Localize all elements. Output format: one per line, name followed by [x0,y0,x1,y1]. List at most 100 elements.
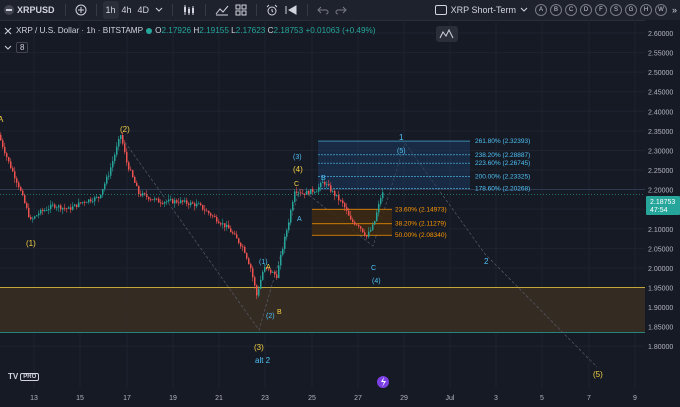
wave-label-a-cyan: A [297,216,302,223]
candle-body [334,190,336,196]
candle-body [220,223,222,225]
candle-body [260,279,262,289]
candle-body [318,187,320,192]
candle-body [290,210,292,223]
candle-body [218,221,220,224]
time-axis-label: 3 [494,395,498,402]
candle-body [254,277,256,286]
fib-retracement-box [312,209,392,236]
time-axis-label: 29 [400,395,408,402]
wave-label-1: (1) [26,239,36,248]
time-axis-label: 25 [308,395,316,402]
price-axis-label: 2.60000 [648,31,673,38]
price-axis-label: 2.00000 [648,266,673,273]
wave-label-sub4: (4) [372,278,381,285]
candle-body [14,171,16,179]
candle-body [44,210,46,212]
candle-body [256,285,258,296]
candle-body [162,203,164,204]
price-axis-label: 1.85000 [648,325,673,332]
candle-body [60,205,62,210]
candle-body [148,197,150,200]
fib-extension-label: 238.20% (2.28887) [475,152,530,159]
candle-body [308,190,310,195]
tradingview-logo[interactable]: TV PRO [8,372,40,381]
candle-body [24,195,26,204]
price-axis-label: 2.35000 [648,129,673,136]
candle-body [372,224,374,230]
candle-body [244,246,246,254]
high-value: 2.19155 [199,26,229,35]
price-axis-label: 2.50000 [648,70,673,77]
candle-body [156,198,158,200]
price-axis-label: 2.20000 [648,188,673,195]
candle-body [16,178,18,183]
candle-body [170,199,172,201]
candle-body [154,198,156,200]
candle-body [4,146,6,154]
low-value: 2.17623 [235,26,266,35]
wave-label-big-1: 1 [399,133,404,142]
candle-body [252,268,254,278]
candle-body [20,187,22,191]
candle-body [62,207,64,210]
candle-body [40,209,42,214]
candle-body [38,213,40,216]
candle-body [302,193,304,195]
collapse-icon[interactable] [4,27,12,35]
candle-body [158,198,160,203]
candle-body [46,210,48,211]
time-axis-panel[interactable] [0,388,680,407]
candle-body [166,201,168,203]
candle-body [206,210,208,212]
candle-body [10,161,12,169]
close-value: 2.18753 [273,26,304,35]
candle-body [276,274,278,279]
candle-body [322,182,324,184]
candle-body [54,204,56,208]
candle-body [18,182,20,188]
wave-label-sub5: (5) [397,148,406,155]
candle-body [118,139,120,147]
indicators-toggle[interactable]: 8 [4,42,29,53]
candle-body [110,167,112,176]
time-axis-label: 21 [215,395,223,402]
lightning-icon[interactable] [377,376,389,388]
candle-body [240,242,242,247]
time-axis-label: 19 [169,395,177,402]
wave-tool-button[interactable] [436,26,458,42]
candle-body [6,153,8,158]
candle-body [358,225,360,227]
candle-body [376,212,378,222]
price-chart[interactable]: 261.80% (2.32393)238.20% (2.28887)223.60… [0,0,680,407]
candle-body [142,193,144,196]
candle-body [56,207,58,209]
change-value: +0.01063 (+0.49%) [305,26,376,35]
candle-body [352,219,354,223]
candle-body [336,194,338,196]
candle-body [342,200,344,204]
candle-body [68,207,70,209]
time-axis-label: Jul [446,395,455,402]
support-zone [0,287,645,333]
candle-body [200,203,202,206]
fib-extension-label: 261.80% (2.32393) [475,138,530,145]
candle-body [236,234,238,239]
candle-body [368,231,370,237]
candle-body [134,177,136,183]
candle-body [348,210,350,216]
candle-body [330,185,332,192]
candle-body [344,203,346,208]
candle-body [246,253,248,259]
candle-body [248,258,250,265]
candle-body [182,200,184,202]
candle-body [172,199,174,204]
candle-body [188,203,190,206]
candle-body [224,223,226,228]
chart-legend: XRP / U.S. Dollar · 1h · BITSTAMP O 2.179… [4,26,376,35]
candle-body [360,226,362,229]
candle-body [288,222,290,231]
candle-body [326,184,328,185]
wave-label-offscreen-a: A [0,115,4,124]
candle-body [238,238,240,243]
